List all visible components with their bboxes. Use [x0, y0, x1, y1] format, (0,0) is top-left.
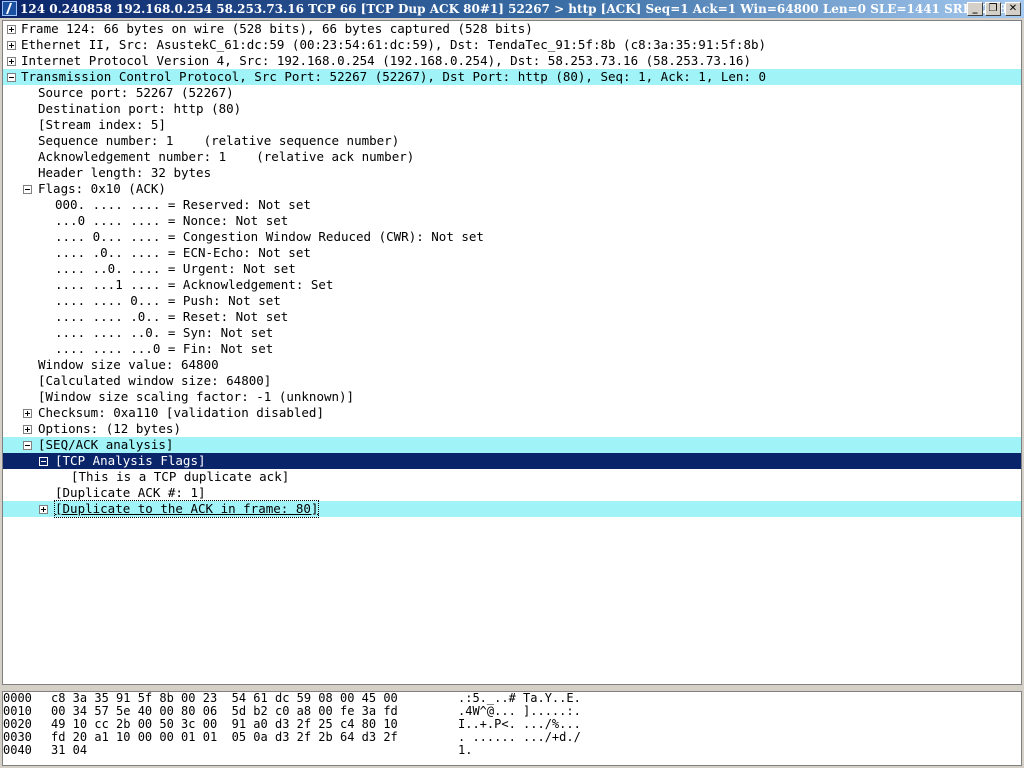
tree-row-label: [Duplicate ACK #: 1]	[55, 485, 206, 500]
window-controls: _ ❐ ✕	[967, 2, 1021, 16]
expand-icon[interactable]	[23, 409, 32, 418]
tree-row[interactable]: Options: (12 bytes)	[3, 421, 1021, 437]
tree-row[interactable]: [Duplicate ACK #: 1]	[3, 485, 1021, 501]
hex-ascii: 1.	[458, 743, 473, 757]
tree-row[interactable]: Destination port: http (80)	[3, 101, 1021, 117]
wireshark-app-icon	[2, 1, 17, 16]
tree-row[interactable]: Frame 124: 66 bytes on wire (528 bits), …	[3, 21, 1021, 37]
tree-row-label: .... ...1 .... = Acknowledgement: Set	[55, 277, 334, 292]
hex-ascii: . ...... .../+d./	[458, 730, 581, 744]
minimize-button[interactable]: _	[967, 2, 983, 16]
tree-row-label: [Calculated window size: 64800]	[38, 373, 272, 388]
tree-row[interactable]: Transmission Control Protocol, Src Port:…	[3, 69, 1021, 85]
tree-row-label: 000. .... .... = Reserved: Not set	[55, 197, 311, 212]
tree-row[interactable]: .... .... ...0 = Fin: Not set	[3, 341, 1021, 357]
expand-icon[interactable]	[7, 57, 16, 66]
tree-row-label: Frame 124: 66 bytes on wire (528 bits), …	[21, 21, 533, 36]
tree-row[interactable]: .... ...1 .... = Acknowledgement: Set	[3, 277, 1021, 293]
tree-row[interactable]: Internet Protocol Version 4, Src: 192.16…	[3, 53, 1021, 69]
expand-icon[interactable]	[23, 425, 32, 434]
title-bar: 124 0.240858 192.168.0.254 58.253.73.16 …	[0, 0, 1024, 18]
hex-offset: 0040	[3, 743, 32, 757]
collapse-icon[interactable]	[39, 457, 48, 466]
tree-row-label: Internet Protocol Version 4, Src: 192.16…	[21, 53, 751, 68]
hex-bytes: fd 20 a1 10 00 00 01 01 05 0a d3 2f 2b 6…	[51, 730, 398, 744]
hex-row[interactable]: 0030 fd 20 a1 10 00 00 01 01 05 0a d3 2f …	[3, 731, 1021, 744]
tree-row[interactable]: Window size value: 64800	[3, 357, 1021, 373]
collapse-icon[interactable]	[7, 73, 16, 82]
tree-row[interactable]: 000. .... .... = Reserved: Not set	[3, 197, 1021, 213]
tree-row-label: .... ..0. .... = Urgent: Not set	[55, 261, 296, 276]
collapse-icon[interactable]	[23, 441, 32, 450]
tree-row-label: Destination port: http (80)	[38, 101, 242, 116]
tree-row[interactable]: Acknowledgement number: 1 (relative ack …	[3, 149, 1021, 165]
tree-row-label: Window size value: 64800	[38, 357, 219, 372]
tree-row[interactable]: .... .... ..0. = Syn: Not set	[3, 325, 1021, 341]
tree-row-label: Header length: 32 bytes	[38, 165, 212, 180]
tree-row[interactable]: Checksum: 0xa110 [validation disabled]	[3, 405, 1021, 421]
tree-row-label: .... .... ..0. = Syn: Not set	[55, 325, 274, 340]
tree-row-label: Flags: 0x10 (ACK)	[38, 181, 166, 196]
expand-icon[interactable]	[7, 25, 16, 34]
tree-row[interactable]: Source port: 52267 (52267)	[3, 85, 1021, 101]
tree-row[interactable]: [Window size scaling factor: -1 (unknown…	[3, 389, 1021, 405]
tree-row-label: Source port: 52267 (52267)	[38, 85, 234, 100]
tree-row[interactable]: Ethernet II, Src: AsustekC_61:dc:59 (00:…	[3, 37, 1021, 53]
tree-row[interactable]: .... .... 0... = Push: Not set	[3, 293, 1021, 309]
tree-row[interactable]: .... ..0. .... = Urgent: Not set	[3, 261, 1021, 277]
restore-button[interactable]: ❐	[985, 2, 1001, 16]
tree-row-label: .... 0... .... = Congestion Window Reduc…	[55, 229, 484, 244]
tree-row-label: Acknowledgement number: 1 (relative ack …	[38, 149, 415, 164]
tree-row[interactable]: [Duplicate to the ACK in frame: 80]	[3, 500, 1021, 518]
packet-bytes-pane[interactable]: 0000 c8 3a 35 91 5f 8b 00 23 54 61 dc 59 …	[2, 691, 1022, 766]
tree-row-label: Sequence number: 1 (relative sequence nu…	[38, 133, 400, 148]
tree-row[interactable]: Header length: 32 bytes	[3, 165, 1021, 181]
tree-row[interactable]: .... .0.. .... = ECN-Echo: Not set	[3, 245, 1021, 261]
collapse-icon[interactable]	[23, 185, 32, 194]
tree-row-label: [TCP Analysis Flags]	[55, 453, 206, 468]
window-title: 124 0.240858 192.168.0.254 58.253.73.16 …	[20, 2, 1016, 16]
tree-row[interactable]: .... 0... .... = Congestion Window Reduc…	[3, 229, 1021, 245]
tree-row-label: ...0 .... .... = Nonce: Not set	[55, 213, 289, 228]
expand-icon[interactable]	[39, 505, 48, 514]
tree-row[interactable]: ...0 .... .... = Nonce: Not set	[3, 213, 1021, 229]
hex-row[interactable]: 0040 31 04 1.	[3, 744, 1021, 757]
tree-row[interactable]: .... .... .0.. = Reset: Not set	[3, 309, 1021, 325]
tree-row-label: [SEQ/ACK analysis]	[38, 437, 174, 452]
tree-row[interactable]: [SEQ/ACK analysis]	[3, 437, 1021, 453]
tree-row-label: Options: (12 bytes)	[38, 421, 181, 436]
tree-row-label: .... .0.. .... = ECN-Echo: Not set	[55, 245, 311, 260]
tree-row[interactable]: Sequence number: 1 (relative sequence nu…	[3, 133, 1021, 149]
hex-bytes: 31 04	[51, 743, 88, 757]
tree-row-label: .... .... .0.. = Reset: Not set	[55, 309, 289, 324]
tree-row-label: [Stream index: 5]	[38, 117, 166, 132]
tree-row-label: Ethernet II, Src: AsustekC_61:dc:59 (00:…	[21, 37, 767, 52]
tree-row-label: Transmission Control Protocol, Src Port:…	[21, 69, 767, 84]
tree-row-label: .... .... 0... = Push: Not set	[55, 293, 281, 308]
tree-row[interactable]: [This is a TCP duplicate ack]	[3, 469, 1021, 485]
tree-row-label: [Duplicate to the ACK in frame: 80]	[53, 500, 320, 518]
close-button[interactable]: ✕	[1005, 2, 1021, 16]
tree-row[interactable]: [Stream index: 5]	[3, 117, 1021, 133]
tree-row-label: .... .... ...0 = Fin: Not set	[55, 341, 274, 356]
tree-row-label: Checksum: 0xa110 [validation disabled]	[38, 405, 324, 420]
expand-icon[interactable]	[7, 41, 16, 50]
tree-row[interactable]: Flags: 0x10 (ACK)	[3, 181, 1021, 197]
tree-row[interactable]: [Calculated window size: 64800]	[3, 373, 1021, 389]
packet-details-tree[interactable]: Frame 124: 66 bytes on wire (528 bits), …	[2, 20, 1022, 685]
tree-row-label: [This is a TCP duplicate ack]	[71, 469, 290, 484]
tree-row[interactable]: [TCP Analysis Flags]	[3, 453, 1021, 469]
tree-row-label: [Window size scaling factor: -1 (unknown…	[38, 389, 355, 404]
